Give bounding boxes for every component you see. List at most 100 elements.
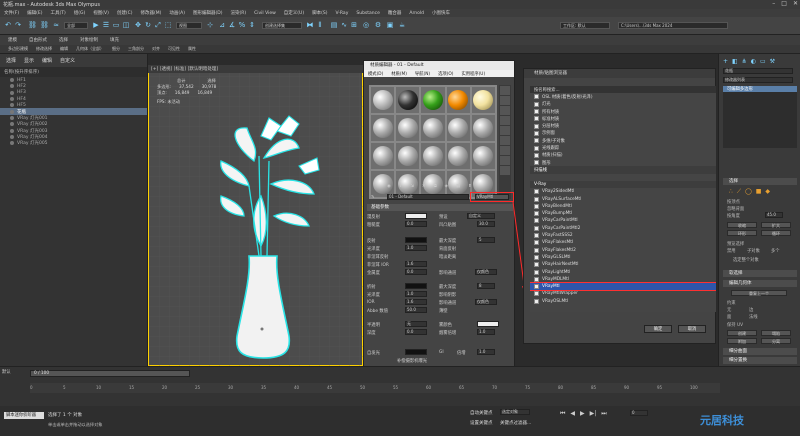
- browser-item[interactable]: 光线跟踪: [530, 144, 716, 151]
- sample-slot[interactable]: [471, 143, 495, 169]
- affect-channel-dropdown[interactable]: 仅颜色: [475, 269, 497, 275]
- selection-set-dropdown[interactable]: 创建选择集: [262, 22, 302, 29]
- side-btn[interactable]: [500, 116, 510, 125]
- refr-max-depth-field[interactable]: 8: [477, 283, 495, 289]
- render-frame-icon[interactable]: ▣: [386, 21, 394, 29]
- assign-icon[interactable]: ⇲: [410, 184, 414, 189]
- vray-material-item[interactable]: VRayCarPaintMtl: [530, 217, 716, 224]
- sample-slot[interactable]: [396, 87, 420, 113]
- side-btn[interactable]: [500, 86, 510, 95]
- side-btn[interactable]: [500, 126, 510, 135]
- workspace-dropdown[interactable]: 工作区: 默认: [560, 22, 610, 29]
- edit-geometry-rollout[interactable]: 编辑几何体: [723, 280, 797, 287]
- minimize-icon[interactable]: –: [772, 0, 775, 7]
- sample-slot[interactable]: [446, 143, 470, 169]
- window-cross-icon[interactable]: ◫: [122, 21, 130, 29]
- maxscript-listener[interactable]: 脚本迷你侦听器: [4, 412, 44, 419]
- play-icon[interactable]: ▶: [580, 410, 585, 418]
- menu-item[interactable]: Civil View: [254, 11, 276, 16]
- preview-subobj[interactable]: 子对象: [747, 248, 760, 254]
- go-parent-icon[interactable]: ⬆: [468, 184, 472, 189]
- self-illum-swatch[interactable]: [405, 349, 427, 355]
- select-icon[interactable]: ▶: [92, 21, 100, 29]
- viewport-label[interactable]: [+] [透视] [标准] [默认明暗处理]: [148, 65, 363, 73]
- sample-slot[interactable]: [371, 143, 395, 169]
- current-frame-field[interactable]: 0: [630, 410, 648, 416]
- ribbon-subitem[interactable]: 几何体（全部）: [76, 46, 104, 52]
- polygon-icon[interactable]: ■: [756, 188, 762, 196]
- create-icon[interactable]: +: [723, 58, 728, 65]
- menu-item[interactable]: 自定义(U): [284, 10, 304, 16]
- move-icon[interactable]: ✥: [134, 21, 142, 29]
- vray-material-item[interactable]: VRayBumpMtl: [530, 210, 716, 217]
- menu-item[interactable]: 编辑(E): [27, 10, 42, 16]
- eye-icon[interactable]: [10, 90, 14, 95]
- sample-slot[interactable]: [446, 115, 470, 141]
- eye-icon[interactable]: [10, 84, 14, 89]
- rotate-icon[interactable]: ↻: [144, 21, 152, 29]
- track-bar[interactable]: 0 5 10 15 20 25 30 35 40 45 50 55 60 65 70 75 80 85 90 95 10…: [30, 383, 720, 393]
- scene-tab[interactable]: 自定义: [60, 57, 75, 64]
- project-path[interactable]: C:\Users\...\3ds Max 2024: [618, 22, 728, 29]
- menu-item[interactable]: 小图快车: [432, 10, 450, 16]
- collapse-button[interactable]: 塌陷: [761, 330, 791, 336]
- browser-item[interactable]: OSL 材质(着色/反射/光泽): [530, 93, 716, 100]
- ribbon-tab[interactable]: 自由形式: [29, 37, 47, 43]
- selection-rollout[interactable]: 选择: [723, 178, 797, 185]
- vray-material-item[interactable]: VRayGLSLMtl: [530, 254, 716, 261]
- side-btn[interactable]: [500, 146, 510, 155]
- ribbon-subitem[interactable]: 可见性: [168, 46, 180, 52]
- maximize-icon[interactable]: □: [781, 0, 787, 7]
- vray-material-item[interactable]: VRay2SidedMtl: [530, 188, 716, 195]
- prev-frame-icon[interactable]: ◀: [570, 410, 575, 418]
- browser-item[interactable]: 灯光: [530, 101, 716, 108]
- scatter-swatch[interactable]: [477, 321, 499, 327]
- mated-menu-item[interactable]: 导航(N): [415, 71, 430, 77]
- metal-field[interactable]: 0.0: [405, 269, 427, 275]
- eye-icon[interactable]: [10, 122, 14, 127]
- translucency-dropdown[interactable]: 无: [405, 321, 427, 327]
- browser-item[interactable]: 多维/子对象: [530, 137, 716, 144]
- gloss-field[interactable]: 1.0: [405, 245, 427, 251]
- menu-item[interactable]: 修改器(M): [140, 10, 161, 16]
- diffuse-swatch[interactable]: [405, 213, 427, 219]
- menu-item[interactable]: 动画(A): [169, 10, 185, 16]
- ribbon-tab[interactable]: 选择: [59, 37, 68, 43]
- constraint-face[interactable]: 面: [727, 314, 731, 320]
- cancel-button[interactable]: 取消: [678, 325, 706, 333]
- sample-slot[interactable]: [421, 87, 445, 113]
- copy-icon[interactable]: ⧉: [434, 184, 437, 189]
- display-icon[interactable]: ▭: [760, 58, 766, 65]
- sample-slot[interactable]: [421, 143, 445, 169]
- sample-slot[interactable]: [421, 115, 445, 141]
- perspective-viewport[interactable]: [148, 65, 364, 367]
- angle-snap-icon[interactable]: ∡: [228, 21, 236, 29]
- menu-item[interactable]: 组(G): [74, 10, 86, 16]
- sample-slot[interactable]: [396, 115, 420, 141]
- scene-header[interactable]: 名称(按升序排序): [0, 67, 147, 77]
- browser-item[interactable]: 所有材质: [530, 108, 716, 115]
- shrink-button[interactable]: 收缩: [727, 222, 757, 228]
- browser-item[interactable]: 示例窗: [530, 130, 716, 137]
- menu-item[interactable]: 雕合器: [388, 10, 402, 16]
- layer-icon[interactable]: ▤: [330, 21, 338, 29]
- unique-icon[interactable]: ◈: [445, 184, 448, 189]
- filter-dropdown[interactable]: 全部: [64, 22, 88, 29]
- side-btn[interactable]: [500, 136, 510, 145]
- stack-item[interactable]: 可编辑多边形: [723, 86, 797, 92]
- menu-item[interactable]: 创建(C): [117, 10, 133, 16]
- browser-item[interactable]: 标准材质: [530, 115, 716, 122]
- unlink-icon[interactable]: ⛓: [40, 21, 49, 29]
- refr-affect-dropdown[interactable]: 仅颜色: [475, 299, 497, 305]
- coord-dropdown[interactable]: 视图: [176, 22, 202, 29]
- subdiv-surface-rollout[interactable]: 细分曲面: [723, 348, 797, 355]
- by-vertex-label[interactable]: 按顶点: [727, 199, 740, 205]
- element-icon[interactable]: ◆: [765, 188, 770, 196]
- eye-icon[interactable]: [10, 128, 14, 133]
- show-map-icon[interactable]: ▦: [456, 184, 460, 189]
- set-key-button[interactable]: 设置关键点: [470, 420, 493, 426]
- bind-icon[interactable]: ≈: [52, 21, 60, 29]
- mated-menu-item[interactable]: 材质(M): [391, 71, 407, 77]
- by-angle-label[interactable]: 按角度: [727, 213, 740, 219]
- eye-icon[interactable]: [10, 97, 14, 102]
